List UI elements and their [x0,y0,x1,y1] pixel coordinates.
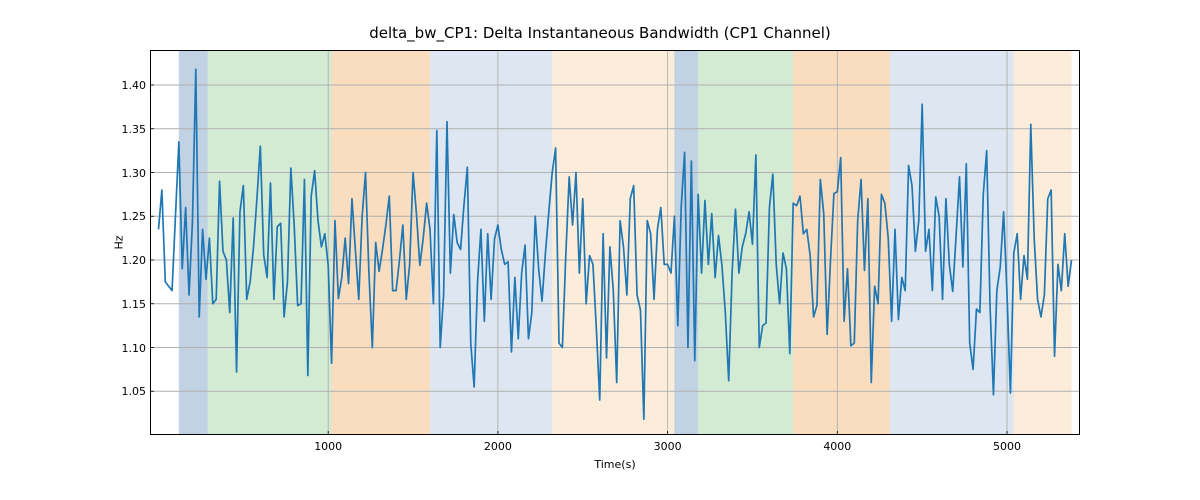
ytick-label: 1.30 [118,167,146,180]
ytick-label: 1.10 [118,342,146,355]
ytick-label: 1.25 [118,210,146,223]
band-region [332,50,430,435]
xtick-label: 3000 [648,440,688,453]
plot-canvas [150,50,1080,435]
xtick-label: 4000 [817,440,857,453]
ytick-label: 1.40 [118,79,146,92]
ytick-label: 1.05 [118,385,146,398]
band-region [698,50,793,435]
chart-title: delta_bw_CP1: Delta Instantaneous Bandwi… [0,24,1200,42]
figure: delta_bw_CP1: Delta Instantaneous Bandwi… [0,0,1200,500]
ytick-label: 1.35 [118,123,146,136]
y-axis-label: Hz [112,235,125,249]
band-region [208,50,332,435]
x-axis-label: Time(s) [150,458,1080,471]
ytick-label: 1.15 [118,298,146,311]
y-axis-label-container: Hz [110,50,128,435]
xtick-label: 1000 [308,440,348,453]
xtick-label: 2000 [478,440,518,453]
ytick-label: 1.20 [118,254,146,267]
band-region [1014,50,1072,435]
xtick-label: 5000 [987,440,1027,453]
axes-area [150,50,1080,435]
band-region [890,50,1014,435]
